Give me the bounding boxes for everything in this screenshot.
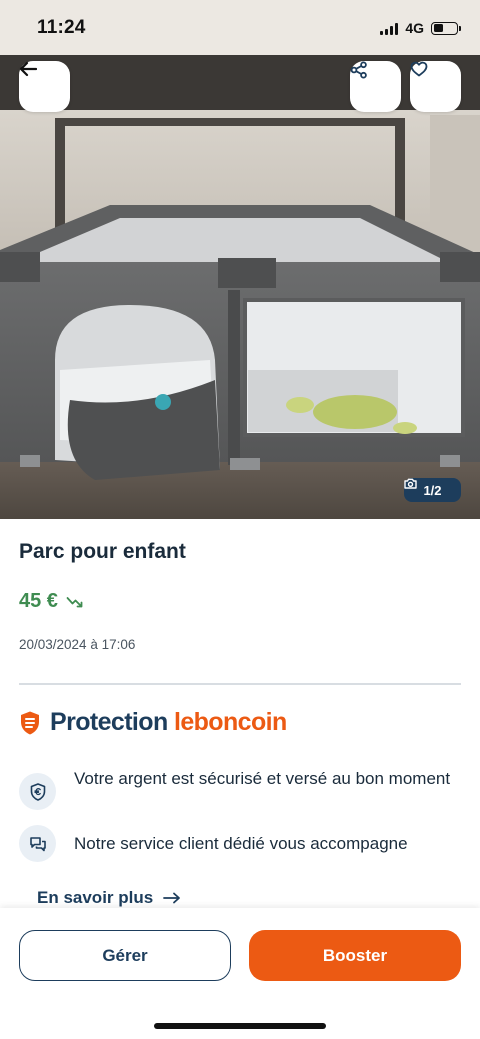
share-button[interactable] <box>350 61 401 112</box>
camera-icon <box>404 478 417 489</box>
feature-text: Votre argent est sécurisé et versé au bo… <box>74 769 451 788</box>
protection-title-part1: Protection <box>50 708 168 736</box>
status-bar: 11:24 4G <box>0 0 480 58</box>
arrow-left-icon <box>19 61 37 77</box>
listing-date: 20/03/2024 à 17:06 <box>19 637 136 652</box>
heart-icon <box>410 61 428 77</box>
manage-button[interactable]: Gérer <box>19 930 231 981</box>
photo-counter-label: 1/2 <box>423 482 442 498</box>
share-icon <box>350 61 367 79</box>
learn-more-label: En savoir plus <box>37 888 154 907</box>
protection-title: Protection leboncoin <box>50 708 287 737</box>
bottom-action-bar: Gérer Booster <box>0 908 480 1039</box>
price-drop-icon <box>66 596 83 607</box>
arrow-right-icon <box>163 892 181 904</box>
learn-more-link[interactable]: En savoir plus <box>37 888 181 908</box>
battery-icon <box>431 21 461 35</box>
protection-feature-secure-payment: Votre argent est sécurisé et versé au bo… <box>19 766 454 810</box>
protection-header: Protection leboncoin <box>19 708 287 737</box>
price-row: 45 € <box>19 590 84 613</box>
status-indicators: 4G <box>380 20 461 36</box>
chat-support-icon <box>19 825 56 862</box>
listing-page: 11:24 4G 1/2 Parc pour enfant 45 € 20/03… <box>0 0 480 1039</box>
boost-button[interactable]: Booster <box>249 930 461 981</box>
home-indicator[interactable] <box>154 1023 326 1029</box>
back-button[interactable] <box>19 61 70 112</box>
shield-euro-icon <box>19 773 56 810</box>
status-time: 11:24 <box>37 17 86 38</box>
protection-title-part2: leboncoin <box>173 708 287 736</box>
favorite-button[interactable] <box>410 61 461 112</box>
protection-feature-support: Notre service client dédié vous accompag… <box>19 825 454 862</box>
network-label: 4G <box>405 20 424 36</box>
listing-title: Parc pour enfant <box>19 540 186 563</box>
listing-price: 45 € <box>19 590 58 612</box>
playpen-photo-illustration <box>0 0 480 519</box>
listing-photo[interactable]: 11:24 4G 1/2 <box>0 0 480 519</box>
protection-shield-icon <box>21 711 39 734</box>
photo-counter-badge[interactable]: 1/2 <box>404 478 461 502</box>
signal-icon <box>380 22 399 35</box>
section-divider <box>19 683 461 685</box>
feature-text: Notre service client dédié vous accompag… <box>74 834 408 853</box>
